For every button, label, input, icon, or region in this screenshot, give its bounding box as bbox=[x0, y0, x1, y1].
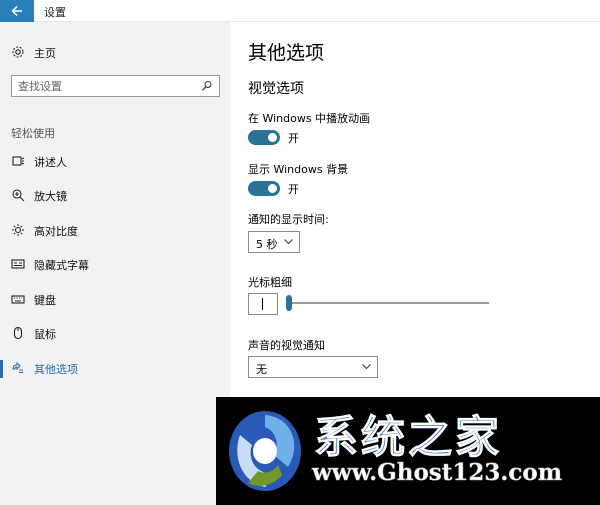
section-title: 视觉选项 bbox=[248, 81, 304, 97]
title-bar: 设置 bbox=[0, 0, 600, 22]
sidebar-item-label: 高对比度 bbox=[34, 225, 78, 238]
sound-visual-notification-dropdown[interactable]: 无 bbox=[248, 356, 378, 378]
watermark-logo-icon bbox=[229, 411, 301, 491]
watermark-chinese-text: 系统之家 bbox=[314, 412, 502, 464]
back-button[interactable] bbox=[0, 0, 34, 22]
sidebar-item-keyboard[interactable]: 键盘 bbox=[0, 287, 230, 313]
sidebar-item-label: 讲述人 bbox=[34, 156, 67, 169]
dropdown-value: 5 秒 bbox=[256, 238, 278, 251]
sidebar-section-label: 轻松使用 bbox=[11, 127, 55, 140]
dropdown-value: 无 bbox=[256, 363, 267, 376]
search-box[interactable] bbox=[11, 75, 220, 97]
captions-icon bbox=[11, 259, 25, 269]
notification-time-dropdown[interactable]: 5 秒 bbox=[248, 231, 300, 253]
background-state: 开 bbox=[288, 183, 299, 196]
contrast-icon bbox=[12, 224, 24, 236]
sidebar-item-other-options[interactable]: 其他选项 bbox=[0, 356, 230, 382]
sidebar-item-magnifier[interactable]: 放大镜 bbox=[0, 183, 230, 209]
sidebar-item-label: 其他选项 bbox=[34, 363, 78, 376]
search-icon bbox=[202, 81, 212, 91]
gear-icon bbox=[12, 46, 24, 58]
window-title: 设置 bbox=[44, 6, 66, 19]
watermark-url: www.Ghost123.com bbox=[312, 459, 563, 487]
sidebar-item-label: 隐藏式字幕 bbox=[34, 259, 89, 272]
sidebar-item-captions[interactable]: 隐藏式字幕 bbox=[0, 252, 230, 278]
cursor-thickness-label: 光标粗细 bbox=[248, 276, 292, 289]
chevron-down-icon bbox=[284, 239, 293, 245]
animations-label: 在 Windows 中播放动画 bbox=[248, 112, 371, 125]
toggle-knob bbox=[268, 133, 277, 142]
narrator-icon bbox=[12, 156, 25, 166]
sidebar-item-label: 鼠标 bbox=[34, 328, 56, 341]
mouse-icon bbox=[13, 326, 23, 340]
sidebar-item-label: 主页 bbox=[34, 47, 56, 60]
animations-toggle[interactable] bbox=[248, 130, 280, 145]
keyboard-icon bbox=[11, 295, 25, 304]
other-options-icon bbox=[12, 361, 23, 373]
chevron-down-icon bbox=[362, 364, 371, 370]
toggle-knob bbox=[268, 184, 277, 193]
watermark: 系统之家 www.Ghost123.com bbox=[216, 397, 600, 505]
cursor-preview bbox=[248, 293, 278, 315]
cursor-thickness-slider-track[interactable] bbox=[286, 302, 489, 304]
back-arrow-icon bbox=[11, 5, 22, 17]
magnifier-icon bbox=[12, 189, 25, 202]
sidebar-item-mouse[interactable]: 鼠标 bbox=[0, 321, 230, 347]
background-label: 显示 Windows 背景 bbox=[248, 163, 349, 176]
search-input[interactable] bbox=[18, 79, 198, 93]
animations-state: 开 bbox=[288, 132, 299, 145]
sidebar-item-label: 放大镜 bbox=[34, 190, 67, 203]
sidebar-item-label: 键盘 bbox=[34, 294, 56, 307]
selected-indicator bbox=[0, 360, 3, 378]
page-title: 其他选项 bbox=[248, 42, 325, 64]
cursor-preview-bar bbox=[262, 298, 263, 310]
sidebar-item-contrast[interactable]: 高对比度 bbox=[0, 218, 230, 244]
notification-time-label: 通知的显示时间: bbox=[248, 213, 329, 226]
sidebar-item-narrator[interactable]: 讲述人 bbox=[0, 149, 230, 175]
sidebar: 主页 轻松使用 讲述人 放大镜 高对比度 bbox=[0, 22, 230, 505]
sound-visual-notification-label: 声音的视觉通知 bbox=[248, 339, 325, 352]
sidebar-item-home[interactable]: 主页 bbox=[0, 40, 230, 66]
cursor-thickness-slider-thumb[interactable] bbox=[286, 295, 292, 311]
background-toggle[interactable] bbox=[248, 181, 280, 196]
